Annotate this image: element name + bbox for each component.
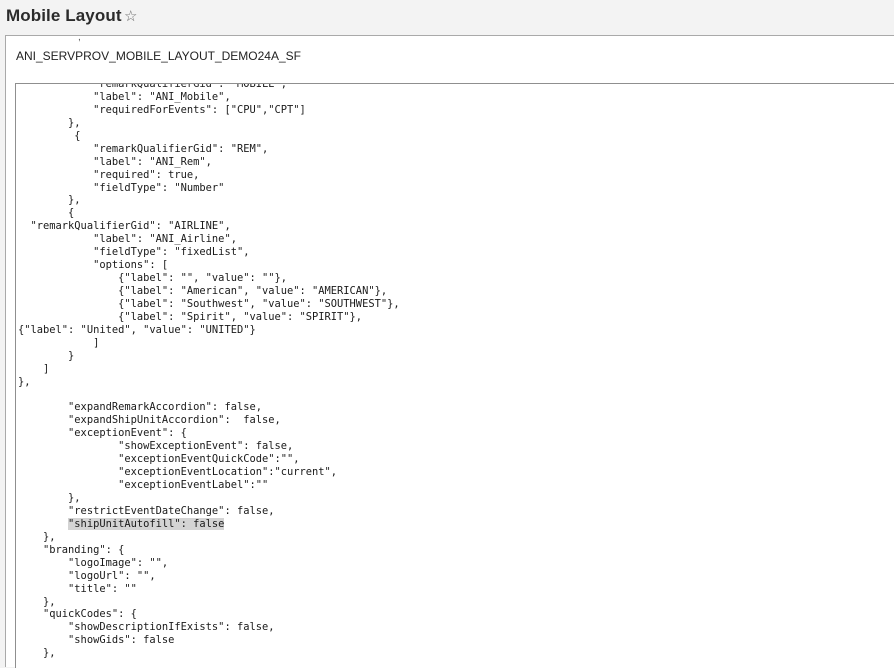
code-line[interactable]: ] [18,337,400,350]
code-line[interactable]: "exceptionEventLocation":"current", [18,466,400,479]
code-line[interactable]: {"label": "Spirit", "value": "SPIRIT"}, [18,311,400,324]
code-line[interactable]: "exceptionEventLabel":"" [18,479,400,492]
page-title: Mobile Layout [6,6,122,25]
code-line[interactable]: "options": [ [18,259,400,272]
code-line[interactable]: "remarkQualifierGid": "AIRLINE", [18,220,400,233]
code-line[interactable]: }, [18,194,400,207]
code-line[interactable]: "showGids": false [18,634,400,647]
code-line[interactable]: "required": true, [18,169,400,182]
page-header: Mobile Layout ☆ [0,0,894,34]
code-line[interactable]: }, [18,647,400,660]
code-line[interactable]: "expandShipUnitAccordion": false, [18,414,400,427]
code-line[interactable]: ] [18,363,400,376]
code-line[interactable] [18,389,400,402]
code-line[interactable]: "label": "ANI_Rem", [18,156,400,169]
code-line[interactable]: { [18,207,400,220]
code-line[interactable]: "requiredForEvents": ["CPU","CPT"] [18,104,400,117]
code-line[interactable]: "shipUnitAutofill": false [18,517,400,531]
code-line[interactable]: "branding": { [18,544,400,557]
selected-text[interactable]: "shipUnitAutofill": false [68,517,225,530]
code-line[interactable]: }, [18,531,400,544]
code-line[interactable]: {"label": "American", "value": "AMERICAN… [18,285,400,298]
code-line[interactable]: }, [18,492,400,505]
code-line[interactable]: "quickCodes": { [18,608,400,621]
code-line[interactable]: {"label": "United", "value": "UNITED"} [18,324,400,337]
code-line[interactable]: "label": "ANI_Airline", [18,233,400,246]
star-icon[interactable]: ☆ [124,7,137,25]
code-line[interactable]: "fieldType": "Number" [18,182,400,195]
code-line[interactable]: }, [18,596,400,609]
code-line[interactable]: } [18,350,400,363]
layout-name: ANI_SERVPROV_MOBILE_LAYOUT_DEMO24A_SF [16,49,301,63]
layout-panel: , ANI_SERVPROV_MOBILE_LAYOUT_DEMO24A_SF … [5,35,894,668]
code-line[interactable]: "exceptionEvent": { [18,427,400,440]
code-line[interactable]: "logoImage": "", [18,557,400,570]
code-line[interactable]: { [18,130,400,143]
code-line[interactable]: {"label": "", "value": ""}, [18,272,400,285]
code-line[interactable]: "showDescriptionIfExists": false, [18,621,400,634]
scroll-artifact: , [78,36,81,42]
code-line[interactable]: }, [18,376,400,389]
code-line[interactable]: "title": "" [18,583,400,596]
code-line[interactable]: "exceptionEventQuickCode":"", [18,453,400,466]
code-line[interactable]: {"label": "Southwest", "value": "SOUTHWE… [18,298,400,311]
code-line[interactable]: "remarkQualifierGid": "MOBILE", [18,84,400,91]
json-editor[interactable]: "remarkQualifierGid": "MOBILE", "label":… [15,83,894,668]
code-line[interactable]: "label": "ANI_Mobile", [18,91,400,104]
code-line[interactable]: "showExceptionEvent": false, [18,440,400,453]
code-line[interactable]: "restrictEventDateChange": false, [18,505,400,518]
json-code[interactable]: "remarkQualifierGid": "MOBILE", "label":… [18,84,400,660]
code-line[interactable]: "fieldType": "fixedList", [18,246,400,259]
code-line[interactable]: "remarkQualifierGid": "REM", [18,143,400,156]
code-line[interactable]: }, [18,117,400,130]
code-line[interactable]: "logoUrl": "", [18,570,400,583]
code-line[interactable]: "expandRemarkAccordion": false, [18,401,400,414]
